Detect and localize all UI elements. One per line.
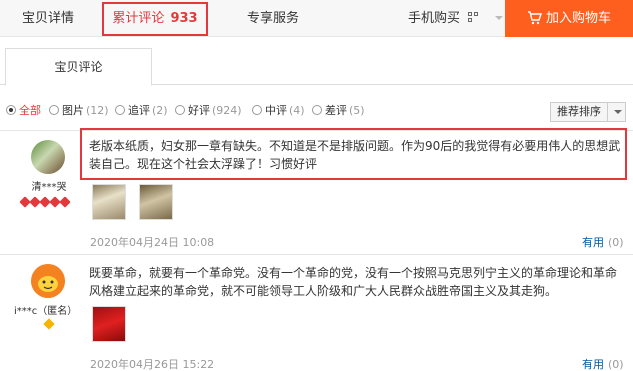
chevron-down-icon [495, 16, 504, 20]
filter-all[interactable]: 全部 [6, 102, 41, 118]
user-rank-badge [19, 195, 71, 208]
review-subtab-bar: 宝贝评论 [0, 37, 633, 86]
filter-follow-up[interactable]: 追评 (2) [115, 102, 168, 118]
add-to-cart-button[interactable]: 加入购物车 [505, 0, 633, 37]
filter-neutral[interactable]: 中评 (4) [252, 102, 305, 118]
avatar[interactable] [31, 140, 65, 174]
reviewer-name: i***c（匿名） [14, 306, 78, 317]
filter-images[interactable]: 图片 (12) [49, 102, 109, 118]
avatar[interactable] [31, 264, 65, 298]
tab-product-detail[interactable]: 宝贝详情 [22, 0, 74, 37]
tab-reviews-label: 累计评论 [112, 11, 165, 26]
review-date: 2020年04月24日 10:08 [90, 236, 215, 249]
sort-dropdown[interactable]: 推荐排序 [550, 102, 626, 122]
user-rank-badge [43, 318, 55, 330]
divider [0, 254, 633, 255]
sort-label: 推荐排序 [551, 103, 608, 121]
anonymous-face-icon [31, 264, 65, 298]
review-image[interactable] [139, 184, 173, 220]
radio-icon [6, 105, 16, 115]
add-to-cart-label: 加入购物车 [545, 11, 611, 26]
useful-button[interactable]: 有用 (0) [582, 356, 624, 371]
qr-code-icon [468, 12, 479, 23]
chevron-down-icon [614, 110, 622, 114]
tab-reviews-count: 933 [170, 11, 198, 26]
review-date: 2020年04月26日 15:22 [90, 358, 215, 371]
review-text: 老版本纸质，妇女那一章有缺失。不知道是不是排版问题。作为90后的我觉得有必要用伟… [89, 139, 621, 171]
review-image[interactable] [92, 184, 126, 220]
review-text: 既要革命，就要有一个革命党。没有一个革命的党，没有一个按照马克思列宁主义的革命理… [89, 266, 618, 298]
radio-icon [175, 105, 185, 115]
reviewer-name: 清***哭 [31, 182, 67, 193]
shopping-cart-icon [527, 11, 542, 25]
review-image[interactable] [92, 306, 126, 342]
tab-mobile-label: 手机购买 [408, 11, 461, 26]
filter-negative[interactable]: 差评 (5) [312, 102, 365, 118]
radio-icon [49, 105, 59, 115]
tab-mobile-purchase[interactable]: 手机购买 [408, 0, 504, 37]
tab-reviews[interactable]: 累计评论 933 [102, 2, 208, 36]
radio-icon [252, 105, 262, 115]
filter-positive[interactable]: 好评 (924) [175, 102, 242, 118]
tab-exclusive-service[interactable]: 专享服务 [247, 0, 299, 37]
radio-icon [115, 105, 125, 115]
tab-product-reviews[interactable]: 宝贝评论 [5, 48, 152, 86]
radio-icon [312, 105, 322, 115]
useful-button[interactable]: 有用 (0) [582, 234, 624, 250]
top-tab-bar: 宝贝详情 累计评论 933 专享服务 手机购买 加入购物车 [0, 0, 633, 37]
